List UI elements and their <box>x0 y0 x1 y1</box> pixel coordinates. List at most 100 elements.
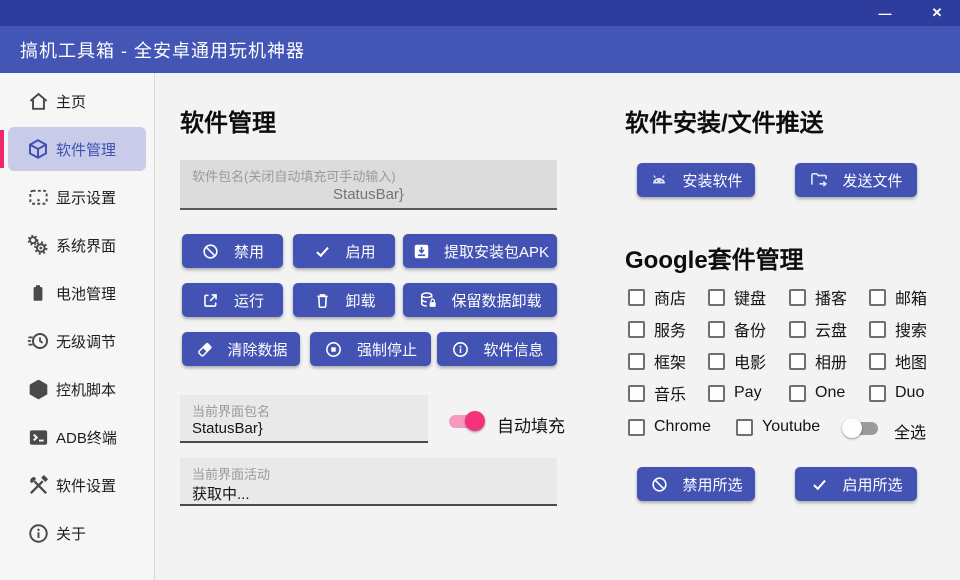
toggle-thumb <box>465 411 485 431</box>
open-external-icon <box>201 290 221 310</box>
checkbox-label: 键盘 <box>734 285 766 309</box>
sidebar-item-label: 电池管理 <box>56 283 116 304</box>
sidebar-item-label: 主页 <box>56 91 86 112</box>
sidebar-item-adb-terminal[interactable]: ADB终端 <box>0 413 154 461</box>
sidebar-item-battery-management[interactable]: 电池管理 <box>0 269 154 317</box>
button-label: 保留数据卸载 <box>451 290 541 311</box>
checkbox-one[interactable]: One <box>789 377 869 409</box>
button-label: 发送文件 <box>842 170 902 191</box>
checkbox-chrome[interactable]: Chrome <box>628 418 711 436</box>
checkbox-box[interactable] <box>628 321 645 338</box>
sidebar-item-system-interface[interactable]: 系统界面 <box>0 221 154 269</box>
home-icon <box>26 89 50 113</box>
sidebar-item-software-settings[interactable]: 软件设置 <box>0 461 154 509</box>
current-package-field[interactable]: 当前界面包名 StatusBar} <box>180 395 428 443</box>
checkbox-drive[interactable]: 云盘 <box>789 313 869 345</box>
disable-button[interactable]: 禁用 <box>182 234 283 268</box>
button-label: 软件信息 <box>483 339 543 360</box>
run-button[interactable]: 运行 <box>182 283 283 317</box>
package-name-input-label: 软件包名(关闭自动填充可手动输入) <box>192 166 396 185</box>
checkbox-box[interactable] <box>708 353 725 370</box>
sidebar-item-label: 系统界面 <box>56 235 116 256</box>
sidebar-item-about[interactable]: 关于 <box>0 509 154 557</box>
send-file-button[interactable]: 发送文件 <box>795 163 917 197</box>
app-info-button[interactable]: 软件信息 <box>437 332 557 366</box>
tools-icon <box>26 473 50 497</box>
checkbox-keyboard[interactable]: 键盘 <box>708 281 789 313</box>
checkbox-maps[interactable]: 地图 <box>869 345 949 377</box>
checkbox-pay[interactable]: Pay <box>708 377 789 409</box>
sidebar: 主页 软件管理 显示设置 <box>0 73 155 580</box>
sidebar-item-display-settings[interactable]: 显示设置 <box>0 173 154 221</box>
folder-send-icon <box>809 170 829 190</box>
checkbox-movies[interactable]: 电影 <box>708 345 789 377</box>
checkbox-box[interactable] <box>789 289 806 306</box>
checkbox-box[interactable] <box>789 321 806 338</box>
button-label: 卸载 <box>345 290 375 311</box>
checkbox-label: Duo <box>895 384 924 402</box>
checkbox-box[interactable] <box>869 385 886 402</box>
checkbox-box[interactable] <box>708 289 725 306</box>
checkbox-box[interactable] <box>628 353 645 370</box>
checkbox-box[interactable] <box>628 419 645 436</box>
checkbox-box[interactable] <box>708 321 725 338</box>
close-icon[interactable]: ✕ <box>920 0 954 26</box>
disable-selected-button[interactable]: 禁用所选 <box>637 467 755 501</box>
sidebar-item-software-management[interactable]: 软件管理 <box>0 125 154 173</box>
checkbox-music[interactable]: 音乐 <box>628 377 708 409</box>
checkbox-services[interactable]: 服务 <box>628 313 708 345</box>
section-title-google-suite: Google套件管理 <box>625 240 804 275</box>
uninstall-button[interactable]: 卸载 <box>293 283 395 317</box>
checkbox-box[interactable] <box>869 321 886 338</box>
checkbox-framework[interactable]: 框架 <box>628 345 708 377</box>
sidebar-item-label: 关于 <box>56 523 86 544</box>
checkbox-photos[interactable]: 相册 <box>789 345 869 377</box>
checkbox-search[interactable]: 搜索 <box>869 313 949 345</box>
info-circle-icon <box>450 339 470 359</box>
gears-icon <box>26 233 50 257</box>
active-indicator <box>0 130 4 168</box>
button-label: 强制停止 <box>357 339 417 360</box>
minimize-icon[interactable]: — <box>868 0 902 26</box>
checkbox-box[interactable] <box>789 385 806 402</box>
checkbox-box[interactable] <box>628 289 645 306</box>
sidebar-item-stepless-adjustment[interactable]: 无级调节 <box>0 317 154 365</box>
current-package-value: StatusBar} <box>192 420 263 437</box>
check-icon <box>312 241 332 261</box>
checkbox-backup[interactable]: 备份 <box>708 313 789 345</box>
checkbox-duo[interactable]: Duo <box>869 377 949 409</box>
checkbox-box[interactable] <box>628 385 645 402</box>
button-label: 禁用所选 <box>682 474 742 495</box>
app-title: 搞机工具箱 - 全安卓通用玩机神器 <box>20 37 305 63</box>
select-all-toggle[interactable] <box>842 418 880 438</box>
enable-selected-button[interactable]: 启用所选 <box>795 467 917 501</box>
checkbox-youtube[interactable]: Youtube <box>736 418 820 436</box>
checkbox-podcasts[interactable]: 播客 <box>789 281 869 313</box>
button-label: 运行 <box>234 290 264 311</box>
install-software-button[interactable]: 安装软件 <box>637 163 755 197</box>
checkbox-label: Pay <box>734 384 762 402</box>
battery-icon <box>26 281 50 305</box>
clear-data-button[interactable]: 清除数据 <box>182 332 300 366</box>
checkbox-box[interactable] <box>708 385 725 402</box>
checkbox-store[interactable]: 商店 <box>628 281 708 313</box>
current-package-label: 当前界面包名 <box>192 401 270 420</box>
checkbox-box[interactable] <box>869 353 886 370</box>
package-name-input[interactable]: 软件包名(关闭自动填充可手动输入) StatusBar} <box>180 160 557 210</box>
current-activity-value: 获取中... <box>192 483 250 504</box>
enable-button[interactable]: 启用 <box>293 234 395 268</box>
extract-apk-button[interactable]: 提取安装包APK <box>403 234 557 268</box>
button-label: 清除数据 <box>227 339 287 360</box>
checkbox-box[interactable] <box>736 419 753 436</box>
sidebar-item-home[interactable]: 主页 <box>0 77 154 125</box>
autofill-toggle[interactable] <box>447 411 485 431</box>
uninstall-keep-data-button[interactable]: 保留数据卸载 <box>403 283 557 317</box>
checkbox-box[interactable] <box>789 353 806 370</box>
checkbox-box[interactable] <box>869 289 886 306</box>
checkbox-mail[interactable]: 邮箱 <box>869 281 949 313</box>
force-stop-button[interactable]: 强制停止 <box>310 332 431 366</box>
check-icon <box>809 474 829 494</box>
sidebar-item-label: 软件设置 <box>56 475 116 496</box>
sidebar-item-control-script[interactable]: 控机脚本 <box>0 365 154 413</box>
current-activity-field[interactable]: 当前界面活动 获取中... <box>180 458 557 506</box>
